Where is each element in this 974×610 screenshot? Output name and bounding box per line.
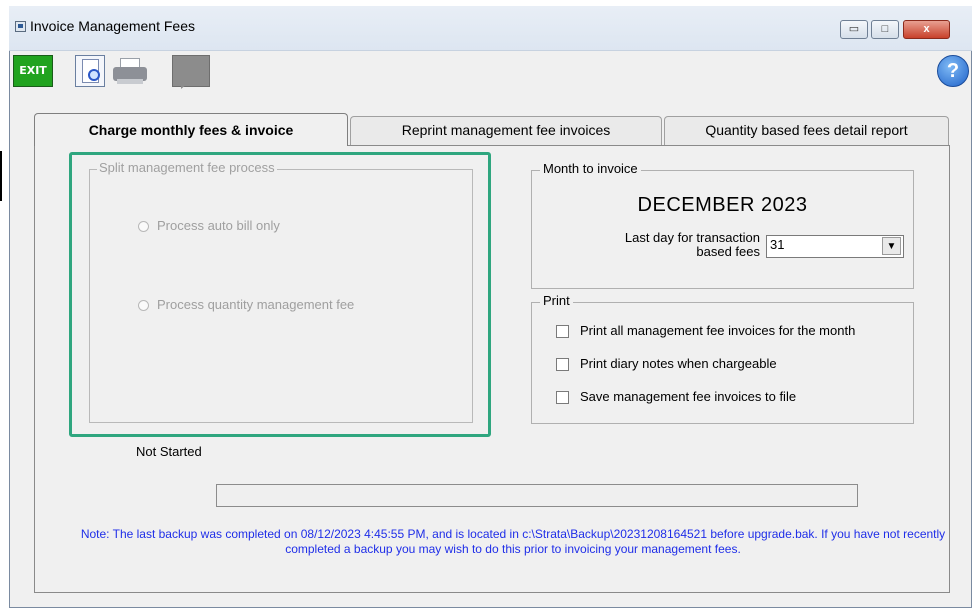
checkbox-print-all-invoices[interactable] bbox=[556, 325, 569, 338]
exit-button[interactable]: EXIT bbox=[13, 55, 53, 87]
printer-tray-icon bbox=[117, 79, 143, 84]
invoice-month: DECEMBER 2023 bbox=[637, 194, 808, 216]
status-text: Not Started bbox=[136, 444, 202, 459]
tab-reprint-invoices[interactable]: Reprint management fee invoices bbox=[350, 116, 662, 145]
help-button[interactable]: ? bbox=[937, 55, 969, 87]
magnifier-icon bbox=[88, 69, 100, 81]
close-button[interactable]: x bbox=[903, 20, 950, 39]
highlight-box bbox=[69, 152, 491, 437]
maximize-button[interactable]: □ bbox=[871, 20, 899, 39]
print-preview-button[interactable] bbox=[75, 55, 105, 87]
checkbox-save-invoices-to-file[interactable] bbox=[556, 391, 569, 404]
app-icon bbox=[15, 21, 26, 32]
diary-note-button[interactable] bbox=[172, 55, 210, 89]
last-day-value: 31 bbox=[770, 237, 785, 252]
backup-note: Note: The last backup was completed on 0… bbox=[80, 527, 946, 556]
print-button[interactable] bbox=[110, 55, 150, 87]
tab-charge-monthly-fees[interactable]: Charge monthly fees & invoice bbox=[34, 113, 348, 146]
tab-quantity-fees-report[interactable]: Quantity based fees detail report bbox=[664, 116, 949, 145]
month-to-invoice-legend: Month to invoice bbox=[540, 161, 641, 176]
checkbox-save-invoices-to-file-label: Save management fee invoices to file bbox=[580, 389, 797, 404]
edge-mark bbox=[0, 151, 2, 201]
progress-bar bbox=[216, 484, 858, 507]
chevron-down-icon[interactable]: ▼ bbox=[882, 237, 901, 255]
checkbox-print-diary-notes-label: Print diary notes when chargeable bbox=[580, 356, 777, 371]
last-day-label: Last day for transaction based fees bbox=[624, 230, 760, 259]
checkbox-print-diary-notes[interactable] bbox=[556, 358, 569, 371]
window-title: Invoice Management Fees bbox=[30, 18, 195, 34]
print-legend: Print bbox=[540, 293, 573, 308]
checkbox-print-all-invoices-label: Print all management fee invoices for th… bbox=[580, 323, 856, 338]
minimize-button[interactable]: ▭ bbox=[840, 20, 868, 39]
